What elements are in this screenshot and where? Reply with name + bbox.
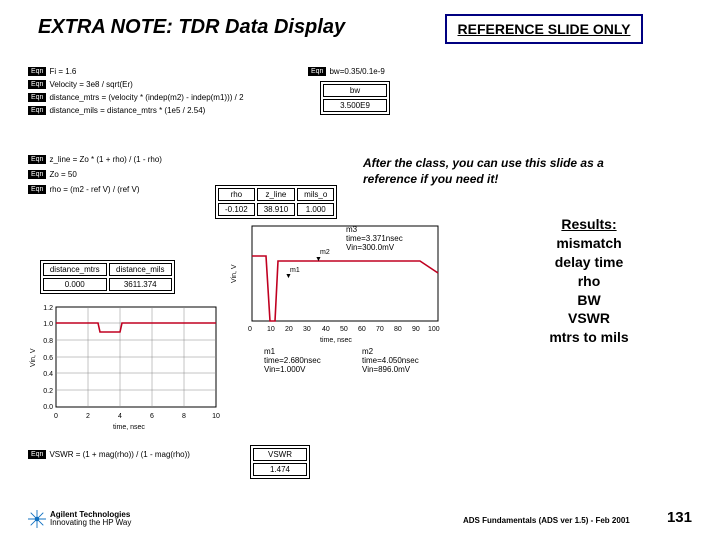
logo-line2: Innovating the HP Way xyxy=(50,519,131,527)
eqn-badge-icon: Eqn xyxy=(28,106,46,115)
eqn-badge-icon: Eqn xyxy=(28,450,46,459)
svg-text:0.2: 0.2 xyxy=(43,388,53,395)
eqn-badge-icon: Eqn xyxy=(28,93,46,102)
eqn-text: rho = (m2 - ref V) / (ref V) xyxy=(49,185,139,194)
agilent-logo: Agilent Technologies Innovating the HP W… xyxy=(28,510,131,528)
eqn-text: Zo = 50 xyxy=(49,170,76,179)
eqn-row: Eqn Fi = 1.6 xyxy=(28,67,76,76)
svg-text:20: 20 xyxy=(285,326,293,333)
col: distance_mtrs xyxy=(43,263,107,276)
marker-m1-caption: m1 time=2.680nsec Vin=1.000V xyxy=(264,348,321,374)
eqn-badge-icon: Eqn xyxy=(28,170,46,179)
eqn-badge-icon: Eqn xyxy=(308,67,326,76)
eqn-badge-icon: Eqn xyxy=(28,185,46,194)
page-number: 131 xyxy=(667,509,692,526)
eqn-row-bw: Eqn bw=0.35/0.1e-9 xyxy=(308,67,385,76)
results-item: delay time xyxy=(529,253,649,272)
eqn-row: Eqn distance_mtrs = (velocity * (indep(m… xyxy=(28,93,244,102)
results-heading: Results: xyxy=(529,215,649,234)
eqn-badge-icon: Eqn xyxy=(28,80,46,89)
svg-text:10: 10 xyxy=(212,413,220,420)
eqn-row: Eqn distance_mils = distance_mtrs * (1e5… xyxy=(28,106,205,115)
after-class-note: After the class, you can use this slide … xyxy=(363,155,604,187)
xlabel: time, nsec xyxy=(320,337,352,344)
marker-label-m1: m1 xyxy=(290,267,300,274)
svg-text:0: 0 xyxy=(248,326,252,333)
svg-text:30: 30 xyxy=(303,326,311,333)
svg-text:60: 60 xyxy=(358,326,366,333)
col: VSWR xyxy=(253,448,307,461)
eqn-row: Eqn Zo = 50 xyxy=(28,170,77,179)
ylabel: Vin, V xyxy=(231,264,238,283)
val: 1.000 xyxy=(297,203,334,216)
marker-m3-caption: m3 time=3.371nsec Vin=300.0mV xyxy=(346,226,403,252)
svg-text:0.4: 0.4 xyxy=(43,371,53,378)
svg-text:70: 70 xyxy=(376,326,384,333)
val: 0.000 xyxy=(43,278,107,291)
eqn-text: distance_mils = distance_mtrs * (1e5 / 2… xyxy=(49,106,205,115)
eqn-text: Velocity = 3e8 / sqrt(Er) xyxy=(49,80,132,89)
svg-text:40: 40 xyxy=(322,326,330,333)
eqn-text: z_line = Zo * (1 + rho) / (1 - rho) xyxy=(49,155,162,164)
reference-box: REFERENCE SLIDE ONLY xyxy=(445,14,643,44)
svg-text:0.8: 0.8 xyxy=(43,338,53,345)
val: 3611.374 xyxy=(109,278,173,291)
svg-text:0: 0 xyxy=(54,413,58,420)
bw-readout-table: bw 3.500E9 xyxy=(320,81,390,115)
vswr-readout-table: VSWR 1.474 xyxy=(250,445,310,479)
col: bw xyxy=(323,84,387,97)
rho-readout-table: rho z_line mils_o -0.102 38.910 1.000 xyxy=(215,185,337,219)
ylabel-lower: Vin, V xyxy=(30,348,37,367)
col: z_line xyxy=(257,188,295,201)
marker-m2: ▼ xyxy=(315,256,322,263)
svg-text:0.6: 0.6 xyxy=(43,355,53,362)
svg-text:50: 50 xyxy=(340,326,348,333)
val: 3.500E9 xyxy=(323,99,387,112)
col: mils_o xyxy=(297,188,334,201)
svg-text:1.0: 1.0 xyxy=(43,321,53,328)
starburst-icon xyxy=(28,510,46,528)
svg-text:2: 2 xyxy=(86,413,90,420)
results-item: mtrs to mils xyxy=(529,328,649,347)
results-item: VSWR xyxy=(529,309,649,328)
svg-text:1.2: 1.2 xyxy=(43,305,53,312)
svg-text:80: 80 xyxy=(394,326,402,333)
marker-m1: ▼ xyxy=(285,273,292,280)
marker-label-m2: m2 xyxy=(320,249,330,256)
lower-plot: 1.2 1.0 0.8 0.6 0.4 0.2 0.0 0 2 4 6 8 10 time, n… xyxy=(28,302,228,432)
val: 38.910 xyxy=(257,203,295,216)
eqn-text: distance_mtrs = (velocity * (indep(m2) -… xyxy=(49,93,243,102)
col: rho xyxy=(218,188,255,201)
results-block: Results: mismatch delay time rho BW VSWR… xyxy=(529,215,649,347)
svg-text:4: 4 xyxy=(118,413,122,420)
eqn-badge-icon: Eqn xyxy=(28,67,46,76)
svg-text:90: 90 xyxy=(412,326,420,333)
results-item: BW xyxy=(529,291,649,310)
val: -0.102 xyxy=(218,203,255,216)
eqn-row: Eqn Velocity = 3e8 / sqrt(Er) xyxy=(28,80,133,89)
eqn-row-vswr: Eqn VSWR = (1 + mag(rho)) / (1 - mag(rho… xyxy=(28,450,190,459)
eqn-text: bw=0.35/0.1e-9 xyxy=(329,67,384,76)
marker-m2-caption: m2 time=4.050nsec Vin=896.0mV xyxy=(362,348,419,374)
svg-text:10: 10 xyxy=(267,326,275,333)
val: 1.474 xyxy=(253,463,307,476)
svg-text:0.0: 0.0 xyxy=(43,404,53,411)
page-title: EXTRA NOTE: TDR Data Display xyxy=(38,16,345,39)
results-item: rho xyxy=(529,272,649,291)
eqn-row: Eqn z_line = Zo * (1 + rho) / (1 - rho) xyxy=(28,155,162,164)
svg-text:6: 6 xyxy=(150,413,154,420)
eqn-text: VSWR = (1 + mag(rho)) / (1 - mag(rho)) xyxy=(49,450,189,459)
distance-readout-table: distance_mtrs distance_mils 0.000 3611.3… xyxy=(40,260,175,294)
eqn-row: Eqn rho = (m2 - ref V) / (ref V) xyxy=(28,185,139,194)
results-item: mismatch xyxy=(529,234,649,253)
svg-text:8: 8 xyxy=(182,413,186,420)
svg-text:100: 100 xyxy=(428,326,440,333)
col: distance_mils xyxy=(109,263,173,276)
eqn-text: Fi = 1.6 xyxy=(49,67,76,76)
upper-plot: ▼ ▼ m1 m2 0 10 20 30 40 50 60 70 80 90 100 time… xyxy=(230,218,450,363)
footer-text: ADS Fundamentals (ADS ver 1.5) - Feb 200… xyxy=(463,516,633,526)
xlabel-lower: time, nsec xyxy=(113,424,145,431)
eqn-badge-icon: Eqn xyxy=(28,155,46,164)
